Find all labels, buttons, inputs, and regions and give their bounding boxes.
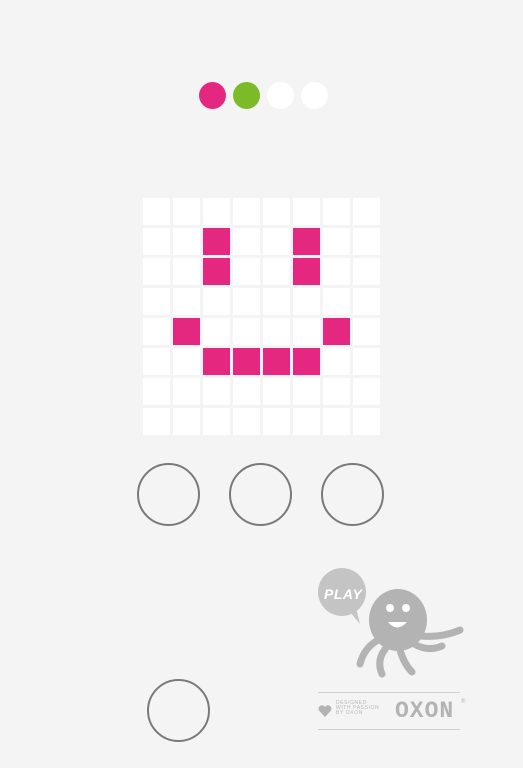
registered-mark: ® <box>461 699 466 705</box>
play-label[interactable]: PLAY <box>324 586 362 602</box>
answer-button-3[interactable] <box>321 463 384 526</box>
brand-divider-bottom <box>318 729 460 730</box>
progress-dot-todo <box>267 82 294 109</box>
grid-cell <box>293 408 320 435</box>
grid-cell <box>353 198 380 225</box>
grid-cell <box>143 288 170 315</box>
grid-cell <box>353 408 380 435</box>
grid-cell <box>323 198 350 225</box>
grid-cell-on <box>323 318 350 345</box>
grid-cell-on <box>293 348 320 375</box>
grid-cell <box>353 378 380 405</box>
grid-cell <box>293 378 320 405</box>
grid-cell <box>233 258 260 285</box>
grid-cell <box>173 198 200 225</box>
grid-cell <box>353 348 380 375</box>
answer-button-2[interactable] <box>229 463 292 526</box>
grid-cell-on <box>233 348 260 375</box>
grid-cell <box>233 318 260 345</box>
grid-cell <box>263 258 290 285</box>
progress-dots <box>199 82 328 109</box>
grid-cell-on <box>173 318 200 345</box>
grid-cell <box>173 378 200 405</box>
grid-cell <box>323 408 350 435</box>
grid-cell <box>143 378 170 405</box>
action-button[interactable] <box>147 679 210 742</box>
grid-cell <box>323 258 350 285</box>
grid-cell <box>143 228 170 255</box>
progress-dot-todo <box>301 82 328 109</box>
grid-cell <box>233 198 260 225</box>
grid-cell <box>263 378 290 405</box>
grid-cell <box>143 198 170 225</box>
grid-cell <box>173 288 200 315</box>
brand-divider-top <box>318 692 460 693</box>
grid-cell <box>323 228 350 255</box>
grid-cell <box>203 408 230 435</box>
grid-cell <box>263 198 290 225</box>
grid-cell <box>233 378 260 405</box>
credit-line-3: BY OXON <box>336 710 363 716</box>
grid-cell <box>173 348 200 375</box>
grid-cell <box>203 378 230 405</box>
grid-cell <box>323 348 350 375</box>
grid-cell <box>263 318 290 345</box>
grid-cell-on <box>263 348 290 375</box>
grid-cell <box>263 228 290 255</box>
grid-cell <box>233 288 260 315</box>
grid-cell <box>323 288 350 315</box>
grid-cell <box>353 228 380 255</box>
grid-cell <box>293 318 320 345</box>
grid-cell <box>353 258 380 285</box>
grid-cell <box>143 348 170 375</box>
grid-cell <box>143 258 170 285</box>
grid-cell-on <box>203 228 230 255</box>
pixel-grid <box>143 198 380 435</box>
grid-cell <box>173 408 200 435</box>
heart-icon <box>318 705 332 717</box>
grid-cell-on <box>203 348 230 375</box>
grid-cell <box>293 288 320 315</box>
grid-cell <box>203 288 230 315</box>
grid-cell-on <box>203 258 230 285</box>
grid-cell <box>143 318 170 345</box>
grid-cell <box>263 288 290 315</box>
grid-cell <box>233 408 260 435</box>
progress-dot-current <box>233 82 260 109</box>
oxon-logo[interactable]: OXON <box>395 698 454 724</box>
answer-button-1[interactable] <box>137 463 200 526</box>
grid-cell <box>233 228 260 255</box>
grid-cell <box>203 318 230 345</box>
grid-cell <box>353 288 380 315</box>
grid-cell <box>143 408 170 435</box>
grid-cell-on <box>293 258 320 285</box>
progress-dot-done <box>199 82 226 109</box>
grid-cell <box>263 408 290 435</box>
grid-cell <box>173 228 200 255</box>
grid-cell <box>173 258 200 285</box>
grid-cell <box>203 198 230 225</box>
grid-cell <box>323 378 350 405</box>
grid-cell-on <box>293 228 320 255</box>
credit-text: DESIGNED WITH PASSION BY OXON <box>336 701 396 716</box>
grid-cell <box>353 318 380 345</box>
grid-cell <box>293 198 320 225</box>
